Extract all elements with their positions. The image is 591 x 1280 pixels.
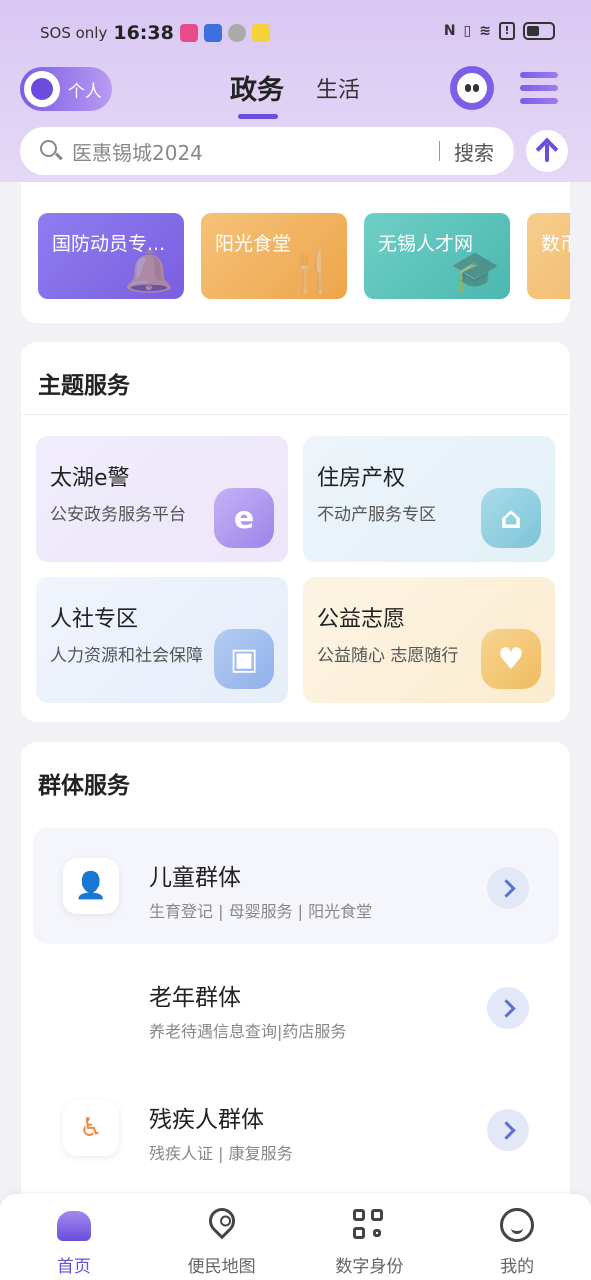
wifi-icon: ≋ [479,23,491,39]
house-icon: ⌂ [481,488,541,548]
nav-mine[interactable]: 我的 [443,1194,591,1280]
fork-knife-icon: 🍴 [287,249,337,295]
app-header: SOS only 16:38 N ▯ ≋ ! 个人 政务 生活 医惠锡城2024… [0,0,591,182]
home-icon [56,1208,91,1242]
graduation-cap-icon: 🎓 [450,249,500,295]
tab-life-label: 生活 [316,78,361,103]
group-item-disabled[interactable]: ♿ 残疾人群体 残疾人证 | 康复服务 [33,1070,559,1186]
topic-services-card: 主题服务 太湖e警 公安政务服务平台 e 住房产权 不动产服务专区 ⌂ 人社专区… [21,342,570,722]
app-notification-icon [179,24,198,42]
clock: 16:38 [113,22,174,44]
nav-digital-identity[interactable]: 数字身份 [296,1194,444,1280]
top-tabs: 政务 生活 [230,68,360,119]
battery-icon [523,22,555,40]
topic-housing-property[interactable]: 住房产权 不动产服务专区 ⌂ [303,436,555,562]
search-button[interactable]: 搜索 [440,137,514,166]
shield-notification-icon [203,24,222,42]
menu-icon[interactable] [520,72,558,104]
search-input[interactable]: 医惠锡城2024 [72,137,439,166]
police-shield-icon: e [214,488,274,548]
heart-hand-icon: ♥ [481,629,541,689]
quick-links-card: 国防动员专... 🔔 阳光食堂 🍴 无锡人才网 🎓 数币 [21,160,570,323]
group-desc: 养老待遇信息查询|药店服务 [149,1022,347,1041]
chevron-right-icon[interactable] [487,867,529,909]
quick-link-label: 数币 [541,233,570,255]
topic-taihu-police[interactable]: 太湖e警 公安政务服务平台 e [36,436,288,562]
status-bar: SOS only 16:38 N ▯ ≋ ! [0,0,591,66]
section-title: 主题服务 [38,373,130,399]
child-icon: 👤 [63,858,119,914]
quick-links-row[interactable]: 国防动员专... 🔔 阳光食堂 🍴 无锡人才网 🎓 数币 [38,213,570,299]
quick-link-label: 阳光食堂 [215,233,292,255]
search-bar[interactable]: 医惠锡城2024 搜索 [20,127,514,175]
group-name: 老年群体 [149,985,241,1011]
group-item-elderly[interactable]: 老年群体 养老待遇信息查询|药店服务 [33,948,559,1064]
smile-icon [500,1208,535,1242]
map-pin-icon [203,1202,241,1242]
group-desc: 残疾人证 | 康复服务 [149,1144,293,1163]
quick-link-wuxi-talent[interactable]: 无锡人才网 🎓 [364,213,510,299]
tab-government[interactable]: 政务 [230,68,284,119]
vibrate-icon: ▯ [463,23,472,39]
wheelchair-icon: ♿ [63,1100,119,1156]
alert-icon: ! [499,22,515,40]
group-name: 儿童群体 [149,865,241,891]
group-item-children[interactable]: 👤 儿童群体 生育登记 | 母婴服务 | 阳光食堂 [33,828,559,944]
tab-life[interactable]: 生活 [316,72,360,104]
nav-map[interactable]: 便民地图 [148,1194,296,1280]
nav-label: 首页 [56,1257,91,1277]
quick-link-national-defense[interactable]: 国防动员专... 🔔 [38,213,184,299]
nav-home[interactable]: 首页 [0,1194,148,1280]
chevron-right-icon[interactable] [487,987,529,1029]
arrow-up-icon [537,140,557,162]
quick-link-sunshine-canteen[interactable]: 阳光食堂 🍴 [201,213,347,299]
carrier-text: SOS only [40,24,108,42]
group-desc: 生育登记 | 母婴服务 | 阳光食堂 [149,902,373,921]
person-icon [24,71,60,107]
tab-government-label: 政务 [230,75,284,106]
bottom-navigation: 首页 便民地图 数字身份 我的 [0,1194,591,1280]
qr-code-icon [352,1208,386,1242]
nav-label: 我的 [500,1257,535,1277]
search-icon [40,140,63,162]
bell-icon: 🔔 [124,249,174,295]
personal-mode-button[interactable]: 个人 [20,67,112,111]
group-services-card: 群体服务 👤 儿童群体 生育登记 | 母婴服务 | 阳光食堂 老年群体 养老待遇… [21,742,570,1212]
chevron-right-icon[interactable] [487,1109,529,1151]
quick-link-digital-currency[interactable]: 数币 [527,213,570,299]
divider [21,414,570,415]
topic-public-volunteer[interactable]: 公益志愿 公益随心 志愿随行 ♥ [303,577,555,703]
scroll-top-button[interactable] [526,130,568,172]
mascot-notification-icon [251,24,270,42]
personal-label: 个人 [68,81,102,102]
assistant-mascot-icon[interactable] [450,66,494,110]
active-tab-indicator [238,114,278,119]
nav-label: 数字身份 [335,1257,404,1277]
nav-label: 便民地图 [187,1257,256,1277]
nfc-icon: N [443,23,456,39]
group-name: 残疾人群体 [149,1107,264,1133]
mute-notification-icon [227,24,246,42]
id-card-icon: ▣ [214,629,274,689]
section-title: 群体服务 [38,773,130,799]
topic-human-resources[interactable]: 人社专区 人力资源和社会保障 ▣ [36,577,288,703]
